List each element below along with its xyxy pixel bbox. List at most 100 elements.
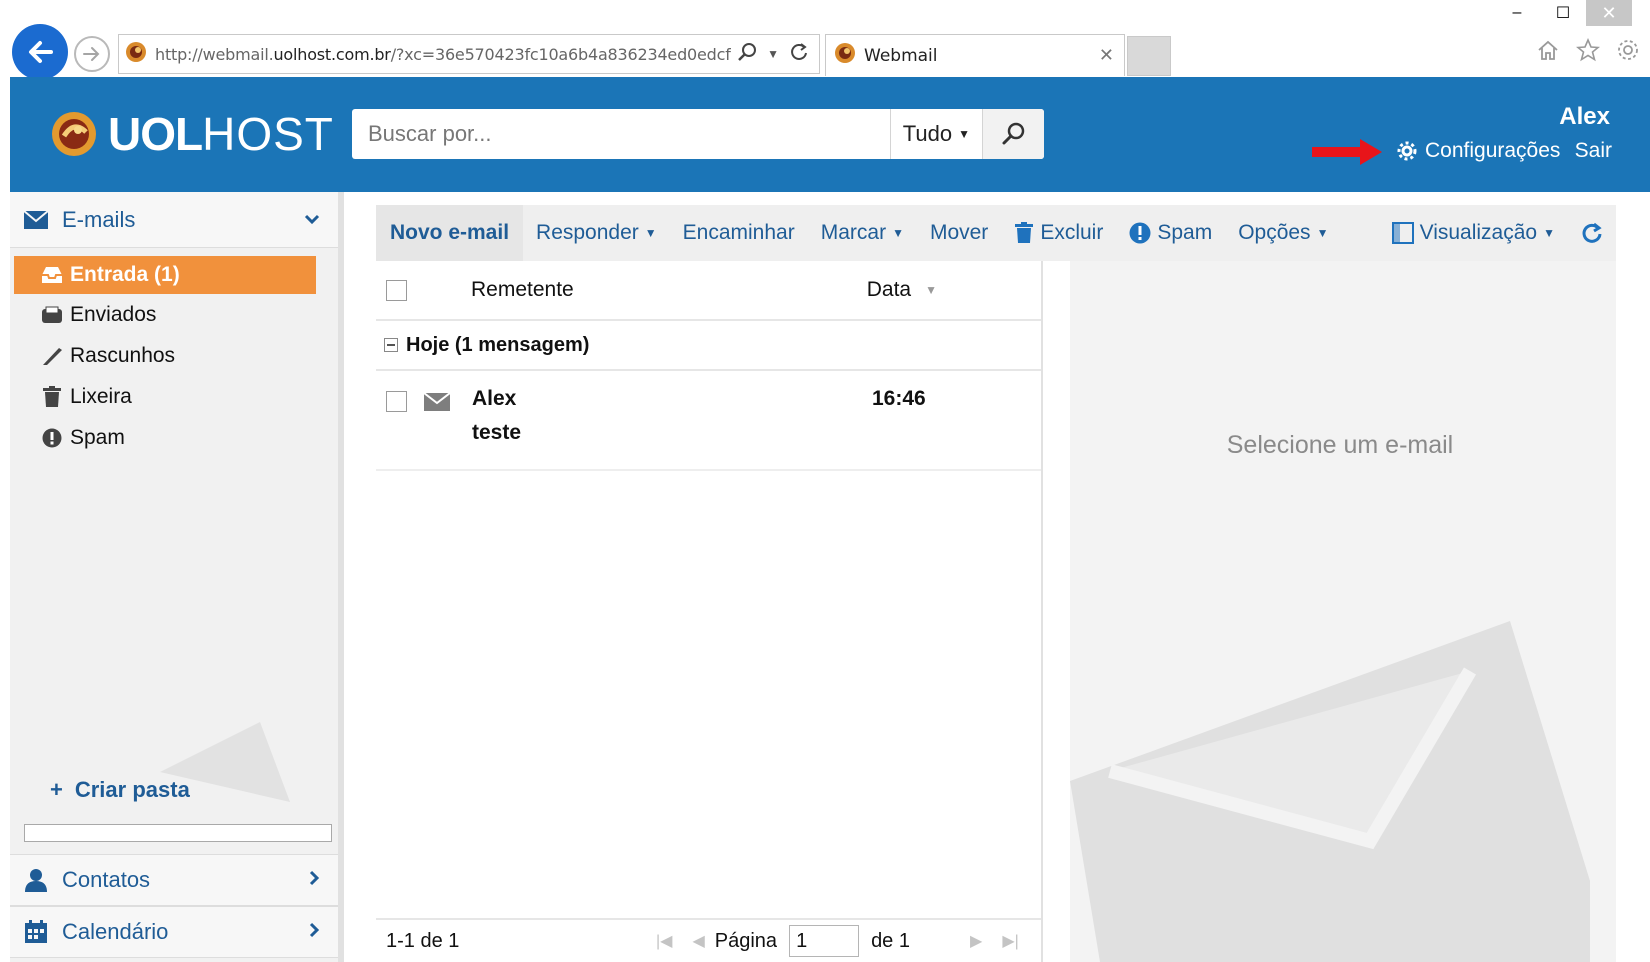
search-input[interactable] [352, 109, 890, 159]
uol-logo-icon [52, 112, 96, 156]
forward-email-button[interactable]: Encaminhar [670, 221, 808, 245]
tab-close-icon[interactable]: ✕ [1099, 45, 1114, 66]
plus-icon: + [50, 777, 63, 802]
pagination-bar: 1-1 de 1 |◀ ◀ Página de 1 ▶ ▶| [376, 918, 1041, 962]
chevron-down-icon: ▼ [1543, 226, 1555, 240]
new-tab-button[interactable] [1127, 36, 1171, 76]
group-label: Hoje (1 mensagem) [406, 333, 590, 356]
address-url[interactable]: http://webmail.uolhost.com.br/?xc=36e570… [155, 45, 731, 64]
select-all-checkbox[interactable] [386, 279, 407, 301]
mark-label: Marcar [820, 221, 887, 244]
mark-button[interactable]: Marcar ▼ [808, 221, 917, 245]
contacts-section-header[interactable]: Contatos [10, 854, 338, 906]
tab-title: Webmail [864, 45, 938, 66]
window-controls: – ☐ ✕ [1494, 0, 1632, 28]
annotation-arrow-icon [1312, 139, 1382, 165]
prev-page-icon[interactable]: ◀ [692, 931, 704, 951]
spam-label: Spam [1157, 221, 1213, 244]
create-folder-link[interactable]: + Criar pasta [50, 777, 190, 803]
first-page-icon[interactable]: |◀ [656, 931, 672, 951]
logout-link[interactable]: Sair [1575, 139, 1612, 163]
address-tools: ▼ [731, 42, 819, 67]
uolhost-logo[interactable]: UOLHOST [50, 107, 334, 161]
pen-icon [40, 346, 64, 366]
calendar-icon [25, 920, 47, 943]
sent-icon [40, 306, 64, 324]
pagination-range: 1-1 de 1 [386, 929, 460, 952]
folder-label: Lixeira [70, 384, 132, 408]
folder-label: Spam [70, 425, 125, 449]
close-window-button[interactable]: ✕ [1586, 0, 1632, 26]
message-time: 16:46 [872, 387, 926, 410]
user-icon [25, 869, 47, 892]
search-bar: Tudo ▼ [352, 109, 1044, 159]
favorites-star-icon[interactable] [1575, 37, 1601, 67]
dropdown-icon[interactable]: ▼ [767, 47, 779, 61]
mail-toolbar: Novo e-mail Responder ▼ Encaminhar Marca… [376, 205, 1616, 261]
options-label: Opções [1238, 221, 1311, 244]
message-list-pane: Remetente Data ▼ Hoje (1 mensagem) Alex … [376, 261, 1043, 962]
minimize-button[interactable]: – [1494, 0, 1540, 26]
message-group-today[interactable]: Hoje (1 mensagem) [376, 321, 1041, 371]
collapse-icon [384, 338, 398, 352]
delete-button[interactable]: Excluir [1001, 221, 1116, 245]
empty-reading-message: Selecione um e-mail [1226, 431, 1454, 459]
chevron-down-icon [304, 209, 320, 230]
maximize-button[interactable]: ☐ [1540, 0, 1586, 26]
column-sender[interactable]: Remetente [471, 278, 867, 302]
reply-button[interactable]: Responder ▼ [523, 221, 670, 245]
page-number-input[interactable] [789, 925, 860, 957]
sidebar: E-mails Entrada (1) Enviados Rascunhos L… [10, 192, 344, 962]
next-page-icon[interactable]: ▶ [970, 931, 982, 951]
page-total: de 1 [871, 929, 910, 952]
folder-label: Entrada (1) [70, 263, 180, 286]
folder-inbox[interactable]: Entrada (1) [14, 256, 316, 294]
move-button[interactable]: Mover [917, 221, 1001, 245]
new-email-button[interactable]: Novo e-mail [376, 205, 524, 261]
spam-button[interactable]: Spam [1116, 221, 1225, 245]
user-name: Alex [1559, 103, 1610, 130]
folder-drafts[interactable]: Rascunhos [10, 335, 338, 376]
settings-link[interactable]: Configurações [1397, 139, 1560, 163]
envelope-watermark-icon [1070, 621, 1590, 962]
last-page-icon[interactable]: ▶| [1002, 931, 1018, 951]
envelope-icon [424, 393, 450, 411]
message-subject: teste [472, 421, 522, 444]
storage-quota-bar [24, 824, 332, 842]
search-icon[interactable] [737, 42, 757, 67]
trash-icon [40, 385, 64, 408]
search-scope-select[interactable]: Tudo ▼ [889, 109, 982, 159]
search-icon [1002, 122, 1024, 145]
gear-icon [1397, 141, 1417, 161]
chevron-right-icon [308, 870, 320, 891]
logo-uol-text: UOL [108, 108, 203, 160]
search-button[interactable] [982, 109, 1044, 159]
calendar-section-header[interactable]: Calendário [10, 906, 338, 958]
view-button[interactable]: Visualização ▼ [1379, 221, 1568, 245]
reply-label: Responder [536, 221, 639, 244]
folder-label: Enviados [70, 302, 157, 326]
forward-button[interactable] [74, 36, 110, 72]
folder-label: Rascunhos [70, 343, 176, 367]
refresh-button[interactable] [1568, 222, 1616, 244]
delete-label: Excluir [1040, 221, 1104, 244]
view-label: Visualização [1419, 221, 1538, 244]
refresh-icon[interactable] [789, 42, 809, 67]
logo-host-text: HOST [202, 108, 334, 160]
message-row[interactable]: Alex teste 16:46 [376, 371, 1041, 471]
address-bar[interactable]: http://webmail.uolhost.com.br/?xc=36e570… [118, 34, 820, 74]
folder-sent[interactable]: Enviados [10, 294, 338, 335]
home-icon[interactable] [1536, 38, 1560, 67]
settings-gear-icon[interactable] [1616, 38, 1640, 67]
layout-icon [1391, 222, 1414, 244]
folder-list: Entrada (1) Enviados Rascunhos Lixeira S… [10, 248, 338, 458]
folder-trash[interactable]: Lixeira [10, 376, 338, 417]
folder-spam[interactable]: Spam [10, 417, 338, 458]
column-date[interactable]: Data ▼ [867, 278, 937, 302]
tab-webmail[interactable]: Webmail ✕ [825, 34, 1125, 76]
back-button[interactable] [12, 24, 68, 80]
sort-down-icon: ▼ [925, 283, 937, 297]
message-checkbox[interactable] [386, 391, 407, 412]
options-button[interactable]: Opções ▼ [1225, 221, 1341, 245]
emails-section-header[interactable]: E-mails [10, 192, 338, 248]
